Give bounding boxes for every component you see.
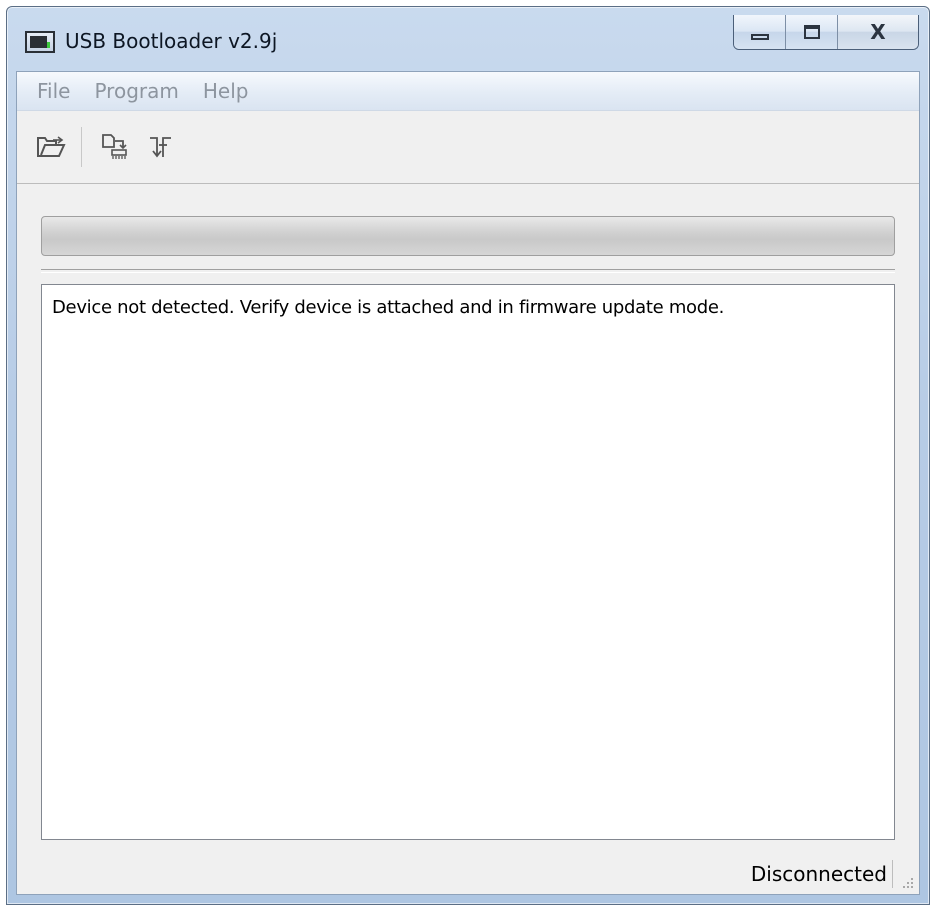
resize-grip-icon[interactable] (901, 876, 915, 890)
toolbar-separator (81, 127, 82, 167)
connection-status: Disconnected (750, 862, 887, 886)
status-bar: Disconnected (17, 856, 919, 894)
close-icon: X (870, 20, 886, 44)
caption-buttons: X (733, 15, 919, 50)
title-bar[interactable]: USB Bootloader v2.9j X (7, 7, 929, 69)
write-device-icon (102, 134, 127, 159)
message-log[interactable]: Device not detected. Verify device is at… (41, 284, 895, 840)
status-divider (892, 860, 893, 888)
menu-file[interactable]: File (25, 79, 82, 103)
open-folder-icon (37, 136, 66, 157)
minimize-icon (750, 34, 769, 40)
reset-device-button[interactable] (144, 129, 180, 165)
client-area: File Program Help Device not detected. V… (16, 71, 920, 895)
window-title: USB Bootloader v2.9j (65, 29, 278, 53)
menu-help[interactable]: Help (191, 79, 261, 103)
horizontal-separator (41, 269, 895, 273)
reset-device-icon (150, 137, 171, 158)
progress-bar (41, 216, 895, 256)
menu-program[interactable]: Program (82, 79, 190, 103)
maximize-icon (803, 25, 820, 39)
open-hex-file-button[interactable] (33, 129, 69, 165)
close-button[interactable]: X (838, 15, 918, 49)
usb-bootloader-app-icon[interactable] (25, 31, 55, 53)
minimize-button[interactable] (734, 15, 786, 49)
program-device-button[interactable] (96, 129, 132, 165)
toolbar (17, 111, 919, 184)
maximize-button[interactable] (786, 15, 838, 49)
log-line: Device not detected. Verify device is at… (52, 297, 725, 318)
app-window: USB Bootloader v2.9j X File Program Help (6, 6, 930, 905)
menu-bar: File Program Help (17, 72, 919, 111)
